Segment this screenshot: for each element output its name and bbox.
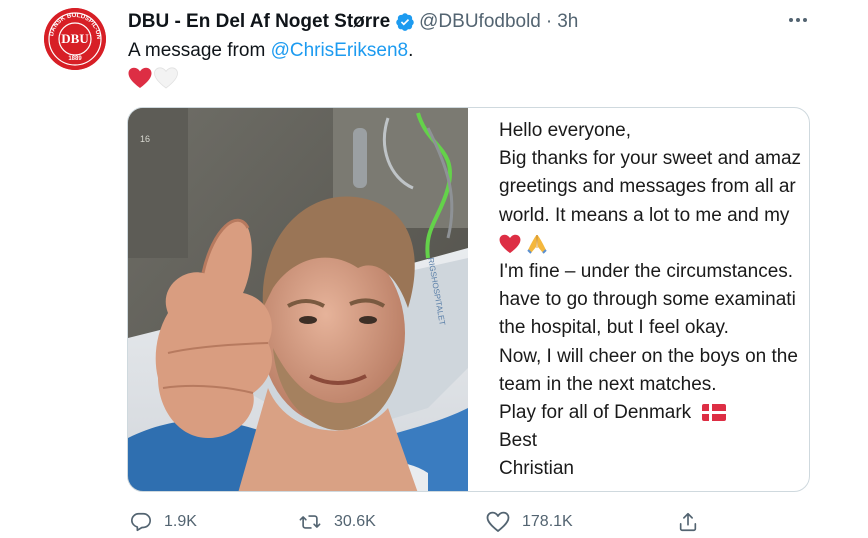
letter-line: Big thanks for your sweet and amaz xyxy=(499,148,802,170)
letter-flag-line: Play for all of Denmark xyxy=(499,399,809,427)
letter-line: Hello everyone, xyxy=(499,120,632,141)
folded-hands-icon xyxy=(527,234,547,254)
letter-line: the hospital, but I feel okay. xyxy=(499,317,729,339)
timestamp[interactable]: 3h xyxy=(557,11,578,33)
letter-line: world. It means a lot to me and my xyxy=(499,204,790,226)
red-heart-icon xyxy=(499,234,521,253)
reply-count: 1.9K xyxy=(164,513,197,530)
denmark-flag-icon xyxy=(702,404,727,422)
letter-line: greetings and messages from all ar xyxy=(499,176,796,198)
red-heart-icon xyxy=(128,67,152,88)
mention-link[interactable]: @ChrisEriksen8 xyxy=(271,40,409,61)
avatar[interactable]: DANSK BOLDSPIL-UNION DBU 1889 xyxy=(44,8,106,70)
more-options-icon[interactable] xyxy=(786,8,810,32)
wall-label: 16 xyxy=(140,134,150,144)
like-button[interactable]: 178.1K xyxy=(486,506,573,538)
hospital-selfie-photo[interactable]: 16 RIGSHOSPITALET xyxy=(128,108,468,492)
display-name[interactable]: DBU - En Del Af Noget Større xyxy=(128,11,390,33)
letter-emoji-line xyxy=(499,230,809,258)
like-count: 178.1K xyxy=(522,513,573,530)
reply-icon xyxy=(131,512,151,532)
retweet-count: 30.6K xyxy=(334,513,376,530)
dbu-logo-icon: DANSK BOLDSPIL-UNION DBU 1889 xyxy=(44,8,106,70)
tweet-text: A message from @ChrisEriksen8. xyxy=(128,38,413,64)
letter-line: Now, I will cheer on the boys on the xyxy=(499,345,798,367)
separator-dot: · xyxy=(545,11,553,32)
like-heart-icon xyxy=(486,511,510,532)
handle[interactable]: @DBUfodbold xyxy=(419,11,541,33)
letter-text: Hello everyone, Big thanks for your swee… xyxy=(499,117,809,487)
tweet-text-prefix: A message from xyxy=(128,40,271,61)
tweet-emojis xyxy=(128,66,178,90)
letter-line: Christian xyxy=(499,458,574,480)
white-heart-icon xyxy=(154,67,178,89)
tweet-text-suffix: . xyxy=(408,40,414,61)
retweet-icon xyxy=(299,515,321,529)
tweet-actions: 1.9K 30.6K 178.1K xyxy=(0,506,868,538)
letter-line: Play for all of Denmark xyxy=(499,401,692,423)
letter-line: Best xyxy=(499,430,538,452)
retweet-button[interactable]: 30.6K xyxy=(298,506,376,538)
letter-line: I'm fine – under the circumstances. xyxy=(499,260,794,282)
reply-button[interactable]: 1.9K xyxy=(130,506,197,538)
avatar-logo-text: DBU xyxy=(61,31,89,46)
share-icon xyxy=(679,512,697,532)
avatar-year: 1889 xyxy=(68,56,82,62)
verified-badge-icon xyxy=(395,12,415,32)
tweet-media[interactable]: 16 RIGSHOSPITALET Hello everyone, Big th… xyxy=(127,107,810,492)
tweet-header: DBU - En Del Af Noget Større @DBUfodbold… xyxy=(128,9,578,35)
letter-line: have to go through some examinati xyxy=(499,289,796,311)
share-button[interactable] xyxy=(677,506,699,538)
letter-line: team in the next matches. xyxy=(499,373,717,395)
